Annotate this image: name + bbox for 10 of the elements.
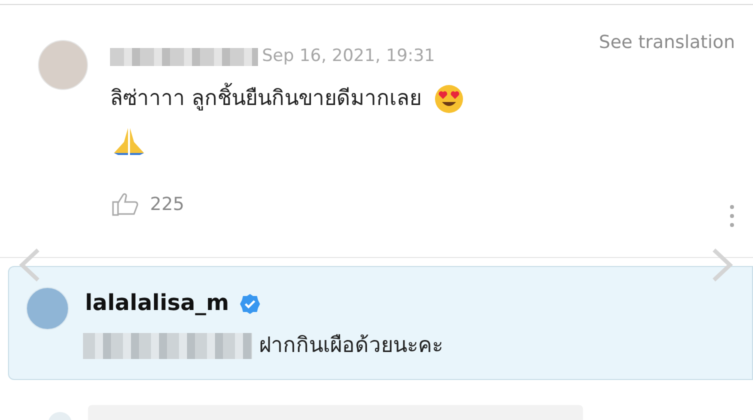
comment-date: Sep 16, 2021, 19:31: [262, 45, 435, 68]
heart-eyes-emoji-icon: [434, 84, 464, 114]
reply-text: ฝากกินเผือด้วยนะคะ: [259, 332, 443, 359]
avatar[interactable]: [26, 287, 69, 330]
like-count: 225: [150, 192, 184, 216]
avatar[interactable]: [38, 40, 88, 90]
thumbs-up-icon[interactable]: [112, 192, 139, 216]
comment-text: ลิซ่าาาา ลูกชิ้นยืนกินขายดีมากเลย: [110, 83, 422, 114]
more-options-icon[interactable]: [729, 204, 735, 228]
reply-username[interactable]: lalalalisa_m: [85, 287, 230, 320]
